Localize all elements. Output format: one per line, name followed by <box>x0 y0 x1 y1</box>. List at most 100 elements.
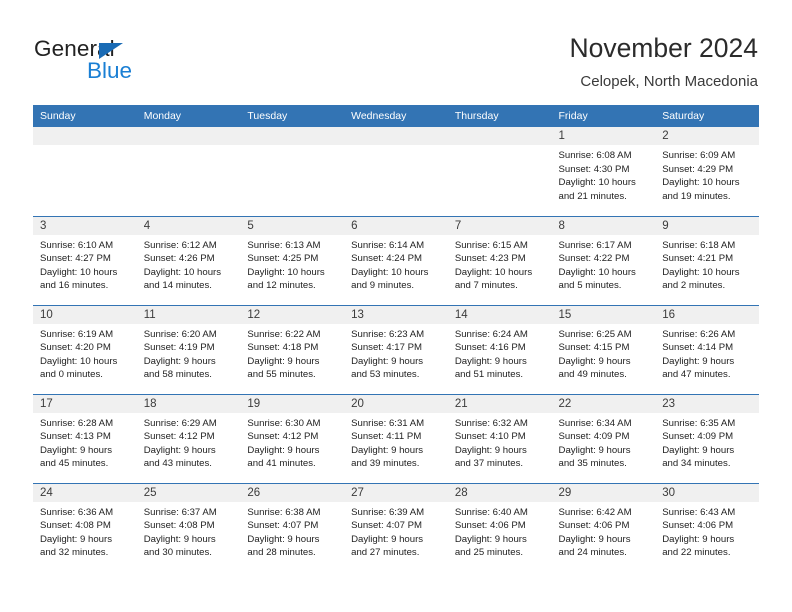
calendar-day-cell[interactable]: 14 Sunrise: 6:24 AM Sunset: 4:16 PM Dayligh… <box>447 304 552 394</box>
daylight-text-line1: Daylight: 9 hours <box>558 355 631 367</box>
daylight-text-line1: Daylight: 9 hours <box>351 533 424 545</box>
sunset-text: Sunset: 4:22 PM <box>558 253 630 264</box>
calendar-day-cell[interactable]: 27 Sunrise: 6:39 AM Sunset: 4:07 PM Dayligh… <box>344 482 448 572</box>
sunrise-text: Sunrise: 6:32 AM <box>454 417 528 429</box>
sunset-text: Sunset: 4:23 PM <box>454 253 526 264</box>
calendar-day-cell[interactable]: 4 Sunrise: 6:12 AM Sunset: 4:26 PM Daylight… <box>136 215 241 305</box>
calendar-table: Sunday Monday Tuesday Wednesday Thursday Frid… <box>33 105 759 572</box>
calendar-day-cell[interactable]: 29 Sunrise: 6:42 AM Sunset: 4:06 PM Dayligh… <box>551 482 656 572</box>
sunset-text: Sunset: 4:07 PM <box>247 520 319 531</box>
sunrise-text: Sunrise: 6:08 AM <box>558 150 632 161</box>
calendar-day-cell[interactable]: 6 Sunrise: 6:14 AM Sunset: 4:24 PM Daylight… <box>344 215 448 305</box>
sunrise-text: Sunrise: 6:14 AM <box>351 239 425 251</box>
day-details: Sunrise: 6:18 AM Sunset: 4:21 PM Daylight:… <box>655 235 759 293</box>
calendar-day-cell[interactable]: 22 Sunrise: 6:34 AM Sunset: 4:09 PM Dayligh… <box>551 393 656 483</box>
calendar-day-cell[interactable]: 25 Sunrise: 6:37 AM Sunset: 4:08 PM Dayligh… <box>136 482 241 572</box>
day-number: 8 <box>551 216 656 235</box>
day-details: Sunrise: 6:12 AM Sunset: 4:26 PM Daylight:… <box>137 235 241 293</box>
sunset-text: Sunset: 4:24 PM <box>351 253 423 264</box>
day-number: 3 <box>33 216 137 235</box>
daylight-text-line2: and 53 minutes. <box>351 369 420 380</box>
calendar-day-cell[interactable]: 18 Sunrise: 6:29 AM Sunset: 4:12 PM Dayligh… <box>136 393 241 483</box>
calendar-day-cell[interactable]: 9 Sunrise: 6:18 AM Sunset: 4:21 PM Daylight… <box>655 215 759 305</box>
day-details: Sunrise: 6:40 AM Sunset: 4:06 PM Daylight:… <box>448 502 552 560</box>
daylight-text-line2: and 12 minutes. <box>247 280 316 291</box>
logo-text-blue: Blue <box>87 58 133 83</box>
daylight-text-line1: Daylight: 9 hours <box>247 533 320 545</box>
sunrise-text: Sunrise: 6:13 AM <box>247 239 321 251</box>
day-details: Sunrise: 6:43 AM Sunset: 4:06 PM Daylight:… <box>655 502 759 560</box>
day-details: Sunrise: 6:09 AM Sunset: 4:29 PM Daylight:… <box>655 145 759 203</box>
day-number: 1 <box>551 127 656 145</box>
calendar-day-cell[interactable]: 12 Sunrise: 6:22 AM Sunset: 4:18 PM Dayligh… <box>240 304 345 394</box>
title-block: November 2024 Celopek, North Macedonia <box>569 32 758 91</box>
calendar-day-cell[interactable]: 7 Sunrise: 6:15 AM Sunset: 4:23 PM Daylight… <box>447 215 552 305</box>
daylight-text-line1: Daylight: 9 hours <box>143 355 216 367</box>
daylight-text-line2: and 19 minutes. <box>662 190 731 202</box>
daylight-text-line2: and 47 minutes. <box>662 369 731 380</box>
sunset-text: Sunset: 4:07 PM <box>351 520 423 531</box>
calendar-day-cell[interactable]: 1 Sunrise: 6:08 AM Sunset: 4:30 PM Daylight… <box>551 127 656 216</box>
daylight-text-line2: and 0 minutes. <box>40 369 103 380</box>
calendar-day-cell[interactable]: 21 Sunrise: 6:32 AM Sunset: 4:10 PM Dayligh… <box>447 393 552 483</box>
calendar-day-cell[interactable]: 8 Sunrise: 6:17 AM Sunset: 4:22 PM Daylight… <box>551 215 656 305</box>
sunset-text: Sunset: 4:14 PM <box>662 342 734 353</box>
sunset-text: Sunset: 4:06 PM <box>454 520 526 531</box>
day-number: 27 <box>344 483 448 502</box>
weekday-header-saturday: Saturday <box>655 105 759 127</box>
daylight-text-line2: and 25 minutes. <box>454 547 524 558</box>
calendar-day-cell[interactable]: 23 Sunrise: 6:35 AM Sunset: 4:09 PM Dayligh… <box>655 393 759 483</box>
day-number: 24 <box>33 483 137 502</box>
page-header: General Blue November 2024 Celopek, Nort… <box>0 0 792 100</box>
calendar-day-cell[interactable]: 2 Sunrise: 6:09 AM Sunset: 4:29 PM Daylight… <box>655 127 759 216</box>
calendar-day-cell[interactable]: 30 Sunrise: 6:43 AM Sunset: 4:06 PM Dayligh… <box>655 482 759 572</box>
daylight-text-line2: and 21 minutes. <box>558 190 627 202</box>
day-details: Sunrise: 6:24 AM Sunset: 4:16 PM Daylight:… <box>448 324 552 382</box>
sunset-text: Sunset: 4:08 PM <box>143 520 215 531</box>
sunset-text: Sunset: 4:27 PM <box>40 253 111 264</box>
day-number: 20 <box>344 394 448 413</box>
sunrise-text: Sunrise: 6:37 AM <box>143 506 217 518</box>
sunset-text: Sunset: 4:25 PM <box>247 253 319 264</box>
sunrise-text: Sunrise: 6:12 AM <box>143 239 217 251</box>
calendar-day-cell[interactable]: 16 Sunrise: 6:26 AM Sunset: 4:14 PM Dayligh… <box>655 304 759 394</box>
daylight-text-line1: Daylight: 9 hours <box>40 533 112 545</box>
calendar-week-row: 24 Sunrise: 6:36 AM Sunset: 4:08 PM Dayligh… <box>33 482 759 572</box>
day-details: Sunrise: 6:23 AM Sunset: 4:17 PM Daylight:… <box>344 324 448 382</box>
calendar-day-cell[interactable]: 24 Sunrise: 6:36 AM Sunset: 4:08 PM Dayligh… <box>33 482 137 572</box>
daylight-text-line2: and 32 minutes. <box>40 547 109 558</box>
calendar-day-cell[interactable]: 11 Sunrise: 6:20 AM Sunset: 4:19 PM Dayligh… <box>136 304 241 394</box>
calendar-day-cell[interactable]: 3 Sunrise: 6:10 AM Sunset: 4:27 PM Daylight… <box>33 215 137 305</box>
calendar-day-cell[interactable]: 17 Sunrise: 6:28 AM Sunset: 4:13 PM Dayligh… <box>33 393 137 483</box>
sunset-text: Sunset: 4:20 PM <box>40 342 111 353</box>
calendar-day-cell[interactable]: 10 Sunrise: 6:19 AM Sunset: 4:20 PM Dayligh… <box>33 304 137 394</box>
daylight-text-line1: Daylight: 9 hours <box>558 533 631 545</box>
day-number: 2 <box>655 127 759 145</box>
sunrise-text: Sunrise: 6:38 AM <box>247 506 321 518</box>
day-details: Sunrise: 6:14 AM Sunset: 4:24 PM Daylight:… <box>344 235 448 293</box>
calendar-day-cell[interactable]: 19 Sunrise: 6:30 AM Sunset: 4:12 PM Dayligh… <box>240 393 345 483</box>
calendar-day-cell[interactable]: 28 Sunrise: 6:40 AM Sunset: 4:06 PM Dayligh… <box>447 482 552 572</box>
calendar-day-cell[interactable]: 5 Sunrise: 6:13 AM Sunset: 4:25 PM Daylight… <box>240 215 345 305</box>
day-details: Sunrise: 6:29 AM Sunset: 4:12 PM Daylight:… <box>137 413 241 471</box>
daylight-text-line1: Daylight: 9 hours <box>143 444 216 456</box>
calendar-cell-empty <box>447 127 552 216</box>
sunrise-text: Sunrise: 6:34 AM <box>558 417 632 429</box>
calendar-day-cell[interactable]: 26 Sunrise: 6:38 AM Sunset: 4:07 PM Dayligh… <box>240 482 345 572</box>
calendar-day-cell[interactable]: 20 Sunrise: 6:31 AM Sunset: 4:11 PM Dayligh… <box>344 393 448 483</box>
daylight-text-line1: Daylight: 10 hours <box>454 266 533 278</box>
sunrise-text: Sunrise: 6:42 AM <box>558 506 632 518</box>
day-number: 11 <box>136 305 241 324</box>
daylight-text-line2: and 43 minutes. <box>143 458 212 469</box>
daylight-text-line1: Daylight: 10 hours <box>558 177 636 188</box>
calendar-day-cell[interactable]: 13 Sunrise: 6:23 AM Sunset: 4:17 PM Dayligh… <box>344 304 448 394</box>
sunrise-text: Sunrise: 6:35 AM <box>662 417 736 429</box>
calendar-day-cell[interactable]: 15 Sunrise: 6:25 AM Sunset: 4:15 PM Dayligh… <box>551 304 656 394</box>
sunrise-text: Sunrise: 6:25 AM <box>558 328 632 340</box>
daylight-text-line2: and 28 minutes. <box>247 547 316 558</box>
daylight-text-line1: Daylight: 9 hours <box>143 533 216 545</box>
sunset-text: Sunset: 4:06 PM <box>558 520 630 531</box>
daylight-text-line1: Daylight: 10 hours <box>558 266 636 278</box>
daylight-text-line2: and 55 minutes. <box>247 369 316 380</box>
sunrise-text: Sunrise: 6:20 AM <box>143 328 217 340</box>
